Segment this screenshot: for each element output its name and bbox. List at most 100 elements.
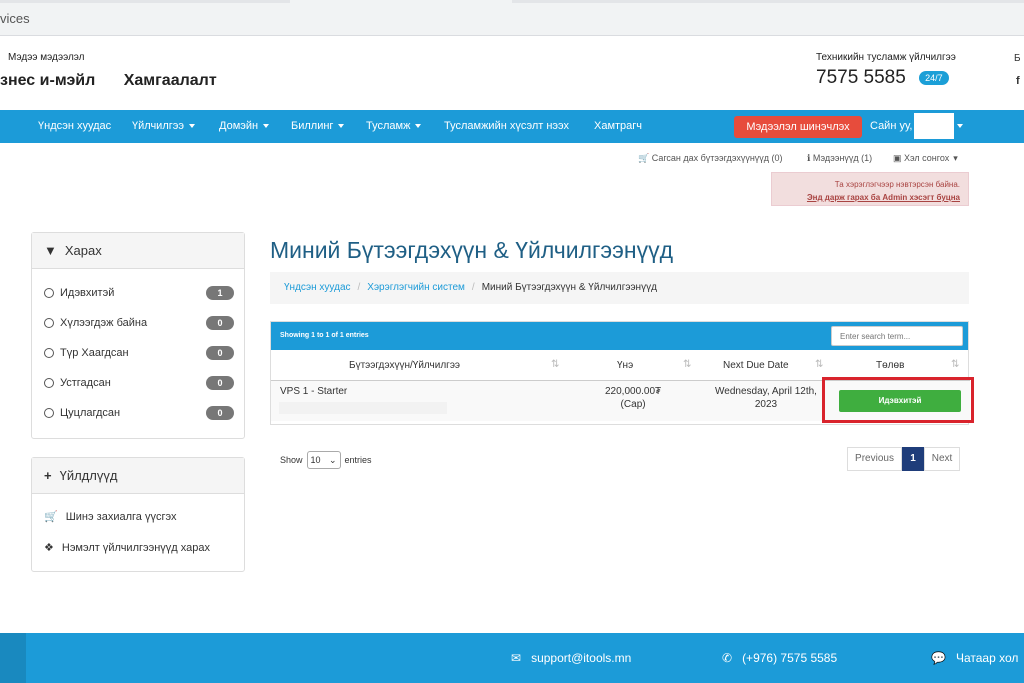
nav-user-menu[interactable]: Сайн уу, <box>870 110 912 143</box>
page-length-value: 10 <box>310 455 321 465</box>
footer-chat[interactable]: 💬 Чатаар хол <box>931 651 1018 665</box>
language-icon: ▣ <box>893 153 905 163</box>
table-info: Showing 1 to 1 of 1 entries <box>280 332 369 339</box>
price-cycle: (Сар) <box>620 399 646 410</box>
notices-label: Мэдээнүүд (1) <box>812 153 873 163</box>
new-order-link[interactable]: 🛒 Шинэ захиалга үүсгэх <box>44 510 176 523</box>
nav-domain[interactable]: Домэйн <box>219 110 270 143</box>
pagination-next[interactable]: Next <box>924 447 960 471</box>
footer-email[interactable]: ✉ support@itools.mn <box>511 651 631 665</box>
column-header-price[interactable]: Үнэ <box>617 360 633 371</box>
main-navbar: Үндсэн хуудас Үйлчилгээ Домэйн Биллинг Т… <box>0 110 1024 143</box>
cart-icon: 🛒 <box>638 153 652 163</box>
column-header-due-date[interactable]: Next Due Date <box>723 360 789 371</box>
count-badge: 0 <box>206 346 234 360</box>
support-block: Техникийн тусламж үйлчилгээ 7575 5585 24… <box>816 52 956 89</box>
count-badge: 1 <box>206 286 234 300</box>
nav-services-label: Үйлчилгээ <box>132 120 184 132</box>
chevron-down-icon <box>338 124 345 129</box>
nav-billing[interactable]: Биллинг <box>291 110 345 143</box>
chevron-down-icon <box>415 124 422 129</box>
pagination-page-1[interactable]: 1 <box>902 447 924 471</box>
count-badge: 0 <box>206 376 234 390</box>
radio-icon[interactable] <box>44 378 54 388</box>
nav-affiliates[interactable]: Хамтрагч <box>594 110 642 143</box>
nav-open-ticket[interactable]: Тусламжийн хүсэлт нээх <box>444 110 569 143</box>
cart-label: Сагсан дах бүтээгдэхүүнүүд (0) <box>651 153 783 163</box>
footer-email-text: support@itools.mn <box>531 651 632 665</box>
new-order-label: Шинэ захиалга үүсгэх <box>65 511 177 523</box>
chevron-down-icon <box>188 124 195 129</box>
security-link[interactable]: Хамгаалалт <box>124 72 217 89</box>
alert-text: Та хэрэглэгчээр нэвтэрсэн байна. <box>834 180 960 189</box>
sort-icon[interactable]: ⇅ <box>815 359 823 370</box>
business-email-link[interactable]: знес и-мэйл <box>0 72 95 89</box>
cell-due-date: Wednesday, April 12th, 2023 <box>711 386 821 410</box>
page-title: Миний Бүтээгдэхүүн & Үйлчилгээнүүд <box>270 237 674 263</box>
addons-label: Нэмэлт үйлчилгээнүүд харах <box>61 542 211 554</box>
due-date-line1: Wednesday, April 12th, <box>715 386 817 397</box>
table-search-input[interactable] <box>831 326 963 346</box>
filter-item-active[interactable]: Идэвхитэй 1 <box>44 286 234 300</box>
language-selector[interactable]: ▣ Хэл сонгох ▾ <box>893 153 958 164</box>
breadcrumb-separator: / <box>357 282 361 293</box>
browser-url-text[interactable]: vices <box>0 11 30 26</box>
filter-item-pending[interactable]: Хүлээгдэж байна 0 <box>44 316 234 330</box>
news-link[interactable]: Мэдээ мэдээлэл <box>8 52 85 63</box>
chevron-down-icon <box>957 124 963 129</box>
footer-phone-text: (+976) 7575 5585 <box>742 651 838 665</box>
nav-home[interactable]: Үндсэн хуудас <box>38 110 111 143</box>
chevron-down-icon: ⌄ <box>328 455 337 465</box>
filter-label: Устгадсан <box>60 377 111 389</box>
radio-icon[interactable] <box>44 348 54 358</box>
breadcrumb-home[interactable]: Үндсэн хуудас <box>284 282 351 293</box>
user-greeting: Сайн уу, <box>870 120 913 132</box>
addons-link[interactable]: ❖ Нэмэлт үйлчилгээнүүд харах <box>44 541 210 554</box>
sort-icon[interactable]: ⇅ <box>683 359 691 370</box>
nav-services[interactable]: Үйлчилгээ <box>132 110 195 143</box>
filter-label: Идэвхитэй <box>60 287 115 299</box>
header-links: знес и-мэйл Хамгаалалт <box>0 72 241 90</box>
cell-domain-redacted <box>279 402 447 414</box>
breadcrumb-separator: / <box>471 282 475 293</box>
breadcrumb-client-area[interactable]: Хэрэглэгчийн систем <box>367 282 465 293</box>
nav-billing-label: Биллинг <box>291 120 334 132</box>
filter-panel-title: Харах <box>64 243 102 258</box>
count-badge: 0 <box>206 406 234 420</box>
browser-tab[interactable] <box>0 0 290 3</box>
filter-item-suspended[interactable]: Түр Хаагдсан 0 <box>44 346 234 360</box>
nav-domain-label: Домэйн <box>219 120 259 132</box>
filter-icon: ▼ <box>44 243 57 258</box>
filter-label: Хүлээгдэж байна <box>60 317 148 329</box>
footer-phone[interactable]: ✆ (+976) 7575 5585 <box>722 651 837 665</box>
breadcrumb-current: Миний Бүтээгдэхүүн & Үйлчилгээнүүд <box>481 282 657 293</box>
table-toolbar: Showing 1 to 1 of 1 entries <box>271 322 968 350</box>
due-date-line2: 2023 <box>754 399 778 410</box>
admin-alert: Та хэрэглэгчээр нэвтэрсэн байна. Энд дар… <box>771 172 969 206</box>
return-to-admin-link[interactable]: Энд дарж гарах ба Admin хэсэгт буцна <box>780 191 960 204</box>
footer-side-strip <box>0 633 26 683</box>
update-info-button[interactable]: Мэдээлэл шинэчлэх <box>734 116 862 138</box>
facebook-icon[interactable]: f <box>1016 75 1020 87</box>
notices-link[interactable]: ℹ Мэдээнүүд (1) <box>807 153 872 164</box>
language-label: Хэл сонгох <box>904 153 950 163</box>
filter-item-terminated[interactable]: Устгадсан 0 <box>44 376 234 390</box>
pagination-previous[interactable]: Previous <box>847 447 902 471</box>
nav-support[interactable]: Тусламж <box>366 110 422 143</box>
chevron-down-icon <box>263 124 270 129</box>
column-header-status[interactable]: Төлөв <box>876 360 904 371</box>
sort-icon[interactable]: ⇅ <box>551 359 559 370</box>
cart-link[interactable]: 🛒 Сагсан дах бүтээгдэхүүнүүд (0) <box>638 153 783 164</box>
radio-icon[interactable] <box>44 318 54 328</box>
sort-icon[interactable]: ⇅ <box>951 359 959 370</box>
cell-product[interactable]: VPS 1 - Starter <box>280 386 347 397</box>
chat-icon: 💬 <box>931 651 946 665</box>
page-length-select[interactable]: 10 ⌄ <box>306 451 341 469</box>
radio-icon[interactable] <box>44 288 54 298</box>
radio-icon[interactable] <box>44 408 54 418</box>
chevron-down-icon: ▾ <box>953 153 958 163</box>
filter-item-cancelled[interactable]: Цуцлагдсан 0 <box>44 406 234 420</box>
price-amount: 220,000.00₮ <box>605 386 662 397</box>
browser-tab[interactable] <box>512 0 1024 3</box>
column-header-product[interactable]: Бүтээгдэхүүн/Үйлчилгээ <box>349 360 460 371</box>
